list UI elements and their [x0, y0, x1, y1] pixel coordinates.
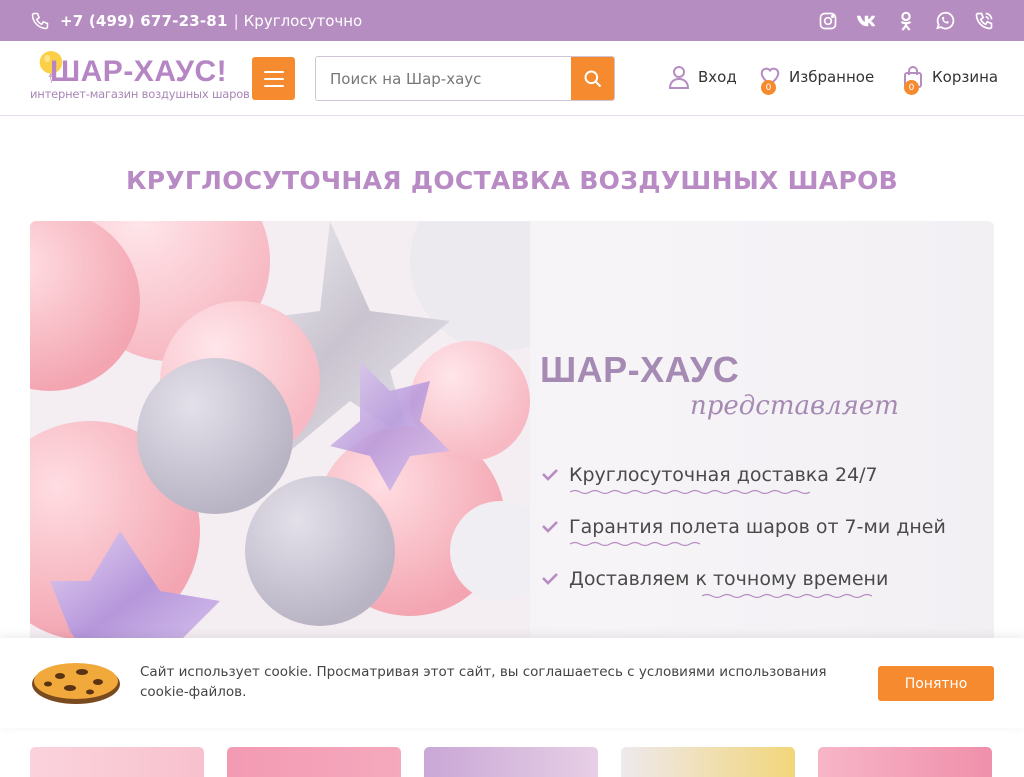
whatsapp-icon[interactable]	[934, 10, 955, 31]
underline-wave	[570, 541, 700, 547]
working-hours: Круглосуточно	[243, 11, 363, 30]
header: ШАР-ХАУС! интернет-магазин воздушных шар…	[0, 41, 1024, 116]
search-button[interactable]	[571, 57, 614, 100]
cookie-banner: Сайт использует cookie. Просматривая это…	[0, 638, 1024, 728]
page-headline: КРУГЛОСУТОЧНАЯ ДОСТАВКА ВОЗДУШНЫХ ШАРОВ	[125, 166, 898, 195]
hero-feature: Доставляем к точному времени	[542, 553, 946, 605]
search-icon	[584, 70, 601, 87]
cookie-icon	[32, 663, 120, 704]
menu-line	[263, 84, 284, 87]
search-input[interactable]	[316, 57, 571, 100]
favorites-label: Избранное	[789, 68, 875, 86]
menu-button[interactable]	[252, 57, 295, 100]
balloons-image	[30, 221, 530, 661]
cart-count: 0	[904, 80, 919, 95]
hero-banner[interactable]: ШАР-ХАУС представляет Круглосуточная дос…	[30, 221, 994, 661]
logo[interactable]: ШАР-ХАУС! интернет-магазин воздушных шар…	[30, 49, 250, 111]
phone-icon	[31, 12, 49, 29]
check-icon	[542, 521, 558, 533]
category-tile[interactable]	[227, 747, 401, 777]
top-bar: +7 (499) 677-23-81 | Круглосуточно	[0, 0, 1024, 41]
login-link[interactable]: Вход	[668, 65, 737, 89]
check-icon	[542, 573, 558, 585]
underline-wave	[570, 489, 810, 495]
phone-number[interactable]: +7 (499) 677-23-81	[60, 12, 228, 30]
menu-line	[263, 77, 284, 80]
logo-subtitle: интернет-магазин воздушных шаров	[30, 87, 250, 101]
underline-wave	[702, 593, 872, 599]
logo-title: ШАР-ХАУС!	[50, 55, 228, 88]
user-icon	[668, 65, 690, 89]
category-tile[interactable]	[621, 747, 795, 777]
cart-link[interactable]: 0 Корзина	[902, 65, 999, 95]
favorites-link[interactable]: 0 Избранное	[759, 65, 875, 95]
search-box	[315, 56, 615, 101]
instagram-icon[interactable]	[817, 10, 838, 31]
category-tile[interactable]	[424, 747, 598, 777]
cart-label: Корзина	[932, 68, 999, 86]
favorites-count: 0	[761, 80, 776, 95]
hero-feature: Круглосуточная доставка 24/7	[542, 449, 946, 501]
social-links	[817, 10, 994, 31]
category-tiles	[30, 747, 992, 777]
viber-icon[interactable]	[973, 10, 994, 31]
hero-feature: Гарантия полета шаров от 7-ми дней	[542, 501, 946, 553]
category-tile[interactable]	[818, 747, 992, 777]
hero-subtitle: представляет	[690, 391, 899, 421]
category-tile[interactable]	[30, 747, 204, 777]
separator: |	[233, 11, 239, 30]
odnoklassniki-icon[interactable]	[895, 10, 916, 31]
heart-icon: 0	[759, 65, 781, 95]
accept-cookie-button[interactable]: Понятно	[878, 666, 994, 701]
hero-title: ШАР-ХАУС	[540, 349, 740, 390]
vk-icon[interactable]	[856, 10, 877, 31]
check-icon	[542, 469, 558, 481]
cart-icon: 0	[902, 65, 924, 95]
hero-features: Круглосуточная доставка 24/7 Гарантия по…	[542, 449, 946, 605]
login-label: Вход	[698, 68, 737, 86]
cookie-text: Сайт использует cookie. Просматривая это…	[140, 664, 827, 700]
menu-line	[263, 70, 284, 73]
